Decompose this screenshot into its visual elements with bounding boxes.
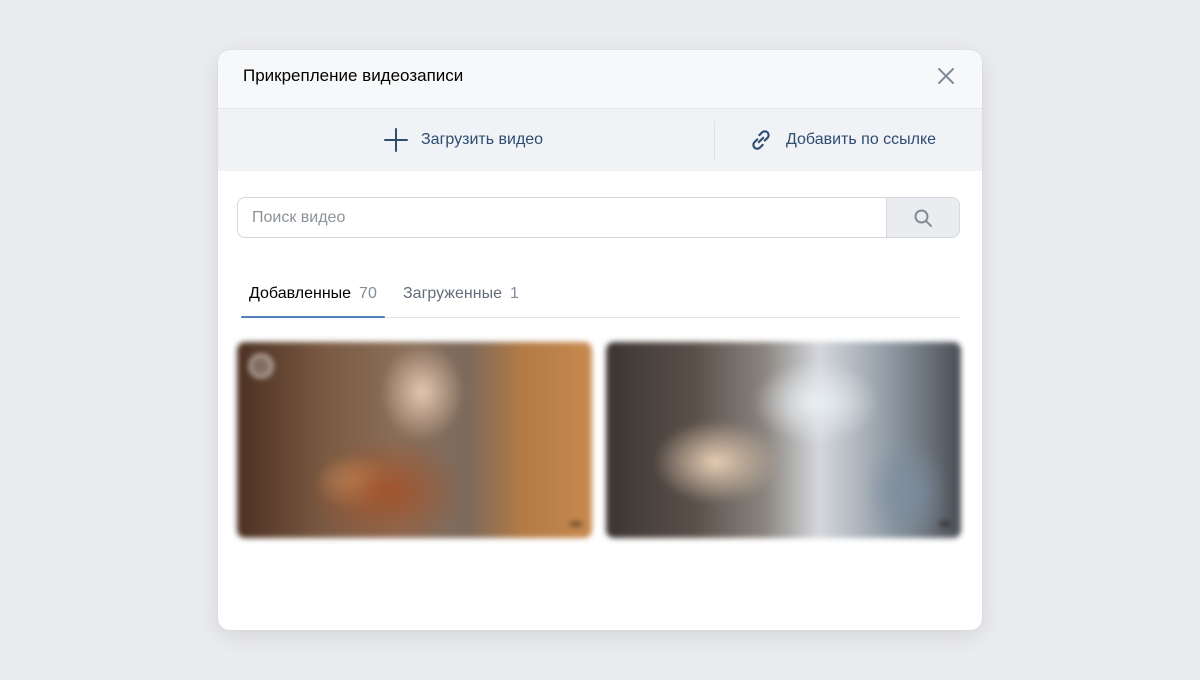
close-button[interactable]	[934, 64, 958, 88]
video-thumbnail[interactable]	[606, 342, 961, 538]
modal-header: Прикрепление видеозаписи	[218, 50, 982, 109]
tab-added-label: Добавленные	[249, 284, 352, 302]
video-title[interactable]	[237, 547, 592, 564]
tab-uploaded[interactable]: Загруженные 1	[395, 270, 527, 317]
video-search	[237, 197, 960, 238]
action-divider	[714, 121, 715, 161]
video-author[interactable]	[237, 569, 592, 585]
close-icon	[938, 68, 954, 84]
video-duration	[939, 522, 951, 526]
link-icon	[752, 130, 770, 150]
video-card[interactable]	[237, 342, 592, 605]
video-tabs: Добавленные 70 Загруженные 1	[241, 270, 960, 318]
add-by-link-label: Добавить по ссылке	[786, 131, 937, 148]
tab-added-count: 70	[359, 284, 377, 302]
video-card[interactable]	[606, 342, 961, 605]
search-icon	[914, 209, 932, 227]
modal-title: Прикрепление видеозаписи	[243, 66, 464, 85]
plus-icon	[384, 128, 408, 152]
video-duration	[570, 522, 582, 526]
tab-uploaded-count: 1	[509, 284, 519, 302]
search-input[interactable]	[238, 198, 886, 237]
search-button[interactable]	[886, 198, 959, 237]
video-meta	[237, 590, 592, 605]
tab-added[interactable]: Добавленные 70	[241, 270, 385, 318]
upload-video-button[interactable]: Загрузить видео	[383, 109, 543, 171]
video-thumbnail[interactable]	[237, 342, 592, 538]
tab-uploaded-label: Загруженные	[403, 284, 502, 302]
video-title[interactable]	[606, 547, 961, 564]
video-meta	[606, 590, 961, 605]
action-bar: Загрузить видео Добавить по ссылке	[218, 109, 982, 171]
add-by-link-button[interactable]: Добавить по ссылке	[748, 109, 936, 171]
attach-video-modal: Прикрепление видеозаписи Загрузить видео…	[218, 50, 982, 630]
video-author[interactable]	[606, 569, 961, 585]
select-checkbox[interactable]	[249, 354, 273, 378]
upload-video-label: Загрузить видео	[421, 131, 544, 148]
